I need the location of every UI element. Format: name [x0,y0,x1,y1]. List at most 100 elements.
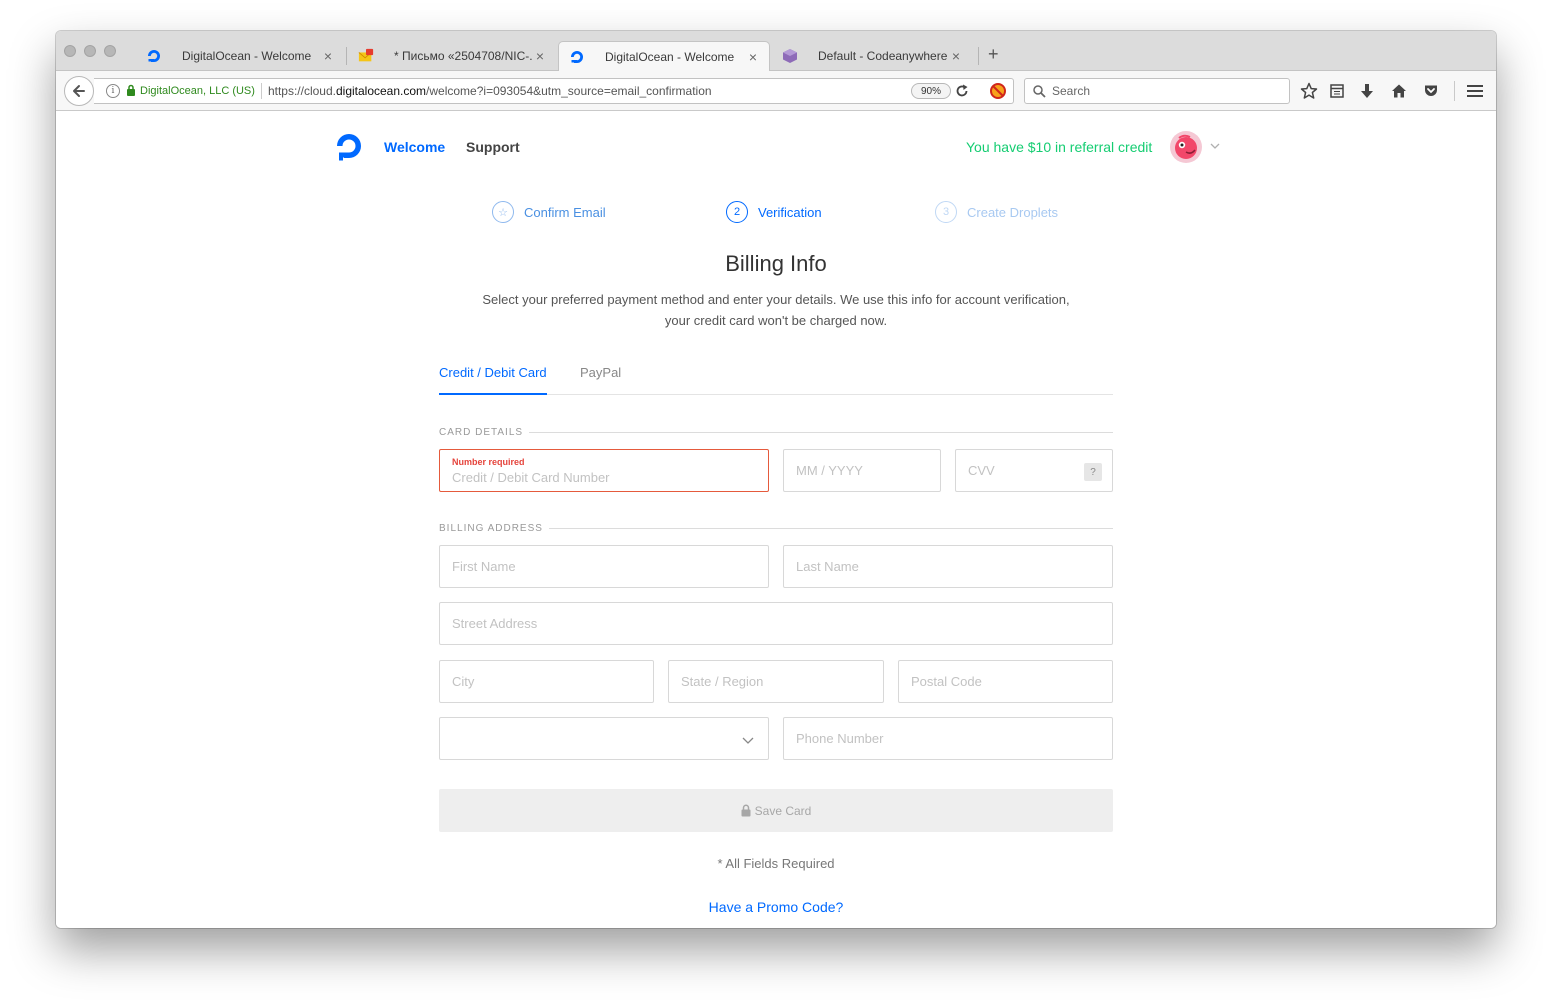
url-path: /welcome?i=093054&utm_source=email_confi… [426,84,712,98]
reload-button[interactable] [952,81,972,101]
new-tab-button[interactable]: + [988,44,999,65]
close-tab-icon[interactable]: × [745,49,761,65]
search-icon [1033,84,1046,98]
state-field[interactable] [668,660,884,703]
save-card-button[interactable]: Save Card [439,789,1113,832]
zoom-window-button[interactable] [104,45,116,57]
card-number-error: Number required [452,457,525,467]
payment-method-tabs: Credit / Debit Card PayPal [439,359,1113,395]
star-icon: ☆ [492,201,514,223]
reading-list-icon[interactable] [1327,81,1347,101]
country-select[interactable] [439,717,769,760]
close-tab-icon[interactable]: × [948,48,964,64]
lock-icon[interactable] [126,84,136,99]
addon-block-icon[interactable] [988,81,1008,101]
tab-digitalocean-1[interactable]: DigitalOcean - Welcome × [136,41,344,71]
referral-credit-link[interactable]: You have $10 in referral credit [966,139,1152,155]
divider [529,432,1113,433]
description-line: your credit card won't be charged now. [664,313,888,328]
required-fields-note: * All Fields Required [717,856,835,871]
step-verification: 2 Verification [726,201,822,223]
pocket-icon[interactable] [1421,81,1441,101]
browser-window: DigitalOcean - Welcome × * Письмо «25047… [56,31,1496,928]
billing-address-heading: BILLING ADDRESS [439,523,1113,534]
step-label: Verification [758,204,822,220]
phone-field[interactable] [783,717,1113,760]
postal-code-field[interactable] [898,660,1113,703]
step-label: Create Droplets [967,204,1059,220]
save-card-label: Save Card [754,803,812,818]
search-input[interactable]: Search [1024,78,1290,104]
reload-icon [956,84,968,97]
last-name-field[interactable] [783,545,1113,588]
avatar-creature-icon [1175,134,1197,159]
nav-support[interactable]: Support [466,139,520,155]
home-icon[interactable] [1389,81,1409,101]
city-input[interactable] [440,661,653,702]
digitalocean-icon [146,48,162,64]
expiry-input[interactable] [784,450,940,491]
section-label-text: BILLING ADDRESS [439,523,543,534]
street-address-field[interactable] [439,602,1113,645]
back-button[interactable] [64,76,94,106]
divider [548,528,1113,529]
tab-strip: DigitalOcean - Welcome × * Письмо «25047… [56,31,1496,72]
chevron-down-icon[interactable] [1210,141,1220,152]
cvv-field[interactable]: ? [955,449,1113,492]
digitalocean-logo[interactable] [334,131,364,166]
tab-title: DigitalOcean - Welcome [182,49,312,63]
digitalocean-icon [569,49,585,65]
tab-digitalocean-active[interactable]: DigitalOcean - Welcome × [558,41,770,72]
step-create-droplets: 3 Create Droplets [935,201,1058,223]
close-tab-icon[interactable]: × [532,48,548,64]
last-name-input[interactable] [784,546,1112,587]
tab-codeanywhere[interactable]: Default - Codeanywhere × [772,41,972,71]
step-label: Confirm Email [524,204,606,220]
step-confirm-email: ☆ Confirm Email [492,201,606,223]
arrow-left-icon [73,85,85,97]
url-text[interactable]: https://cloud.digitalocean.com/welcome?i… [268,84,712,98]
tab-separator [346,47,347,65]
onboarding-steps: ☆ Confirm Email 2 Verification 3 Create … [56,201,1496,225]
postal-code-input[interactable] [899,661,1112,702]
street-address-input[interactable] [440,603,1112,644]
url-bar[interactable]: i DigitalOcean, LLC (US) https://cloud.d… [94,78,1014,104]
cvv-help-icon[interactable]: ? [1084,463,1102,481]
tab-title: * Письмо «2504708/NIC-... [394,49,532,63]
tab-paypal[interactable]: PayPal [580,365,621,393]
download-icon[interactable] [1357,81,1377,101]
lock-icon [741,804,751,817]
bookmark-star-icon[interactable] [1299,81,1319,101]
step-number: 3 [935,201,957,223]
phone-input[interactable] [784,718,1112,759]
avatar[interactable] [1170,131,1202,163]
window-controls [64,45,116,57]
country-value[interactable] [440,718,768,759]
page-title: Billing Info [725,251,827,276]
state-input[interactable] [669,661,883,702]
toolbar-separator [1454,81,1455,101]
close-tab-icon[interactable]: × [320,48,336,64]
tab-title: Default - Codeanywhere [818,49,948,63]
tab-credit-debit-card[interactable]: Credit / Debit Card [439,365,547,395]
expiry-field[interactable] [783,449,941,492]
close-window-button[interactable] [64,45,76,57]
nav-welcome[interactable]: Welcome [384,139,445,155]
card-number-field[interactable]: Number required [439,449,769,492]
site-identity[interactable]: DigitalOcean, LLC (US) [140,85,255,97]
tab-separator [978,47,979,65]
mail-icon [358,48,374,64]
minimize-window-button[interactable] [84,45,96,57]
zoom-indicator[interactable]: 90% [910,83,951,99]
tab-title: DigitalOcean - Welcome [605,50,735,64]
first-name-field[interactable] [439,545,769,588]
chevron-down-icon[interactable] [742,732,754,750]
description-line: Select your preferred payment method and… [482,292,1070,307]
tab-mail[interactable]: * Письмо «2504708/NIC-... × [348,41,556,71]
promo-code-link[interactable]: Have a Promo Code? [56,899,1496,915]
page-content: Welcome Support You have $10 in referral… [56,111,1496,928]
city-field[interactable] [439,660,654,703]
first-name-input[interactable] [440,546,768,587]
info-icon[interactable]: i [106,84,120,98]
menu-hamburger-icon[interactable] [1465,81,1485,101]
